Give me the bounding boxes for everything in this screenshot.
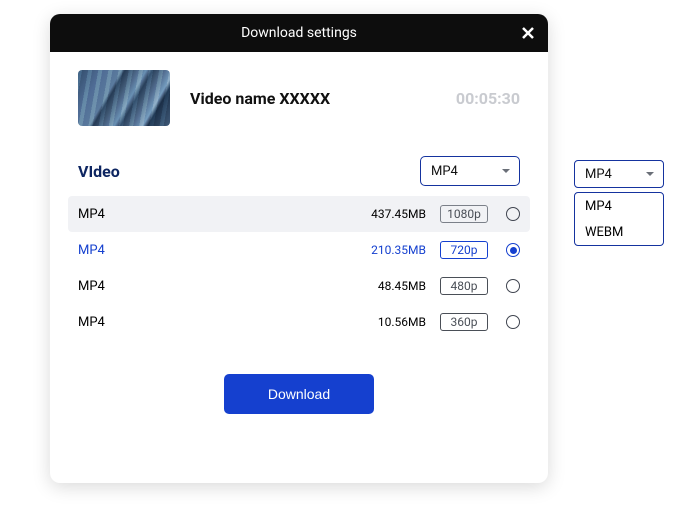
chevron-down-icon <box>645 169 655 179</box>
radio-icon[interactable] <box>506 243 520 257</box>
format-select[interactable]: MP4 <box>420 156 520 186</box>
download-settings-modal: Download settings Video name XXXXX 00:05… <box>50 14 548 483</box>
download-button[interactable]: Download <box>224 374 374 414</box>
format-row[interactable]: MP4 437.45MB 1080p <box>68 196 530 232</box>
row-size: 10.56MB <box>378 315 426 329</box>
format-option[interactable]: MP4 <box>575 193 663 219</box>
row-size: 48.45MB <box>378 279 426 293</box>
row-size: 210.35MB <box>371 243 426 257</box>
close-icon <box>520 25 536 41</box>
video-section-header: VIdeo MP4 <box>78 156 520 186</box>
row-quality: 720p <box>440 241 488 259</box>
row-quality: 480p <box>440 277 488 295</box>
radio-icon[interactable] <box>506 315 520 329</box>
modal-body: Video name XXXXX 00:05:30 VIdeo MP4 MP4 … <box>50 52 548 438</box>
row-format: MP4 <box>78 207 138 222</box>
video-meta: Video name XXXXX 00:05:30 <box>78 70 520 126</box>
modal-titlebar: Download settings <box>50 14 548 52</box>
radio-icon[interactable] <box>506 207 520 221</box>
chevron-down-icon <box>501 166 511 176</box>
format-row[interactable]: MP4 48.45MB 480p <box>68 268 530 304</box>
row-format: MP4 <box>78 279 138 294</box>
row-quality: 360p <box>440 313 488 331</box>
format-options-list: MP4 WEBM <box>574 192 664 246</box>
format-select-value: MP4 <box>585 167 612 182</box>
format-select[interactable]: MP4 <box>574 160 664 188</box>
video-name: Video name XXXXX <box>190 89 436 108</box>
video-duration: 00:05:30 <box>456 89 520 108</box>
row-size: 437.45MB <box>371 207 426 221</box>
format-row[interactable]: MP4 10.56MB 360p <box>68 304 530 340</box>
format-option[interactable]: WEBM <box>575 219 663 245</box>
video-thumbnail <box>78 70 170 126</box>
row-format: MP4 <box>78 243 138 258</box>
format-row[interactable]: MP4 210.35MB 720p <box>68 232 530 268</box>
format-select-value: MP4 <box>431 164 458 179</box>
close-button[interactable] <box>518 23 538 43</box>
row-quality: 1080p <box>440 205 488 223</box>
row-format: MP4 <box>78 315 138 330</box>
modal-title: Download settings <box>241 25 357 41</box>
radio-icon[interactable] <box>506 279 520 293</box>
format-rows: MP4 437.45MB 1080p MP4 210.35MB 720p MP4… <box>68 196 530 340</box>
format-dropdown-open: MP4 MP4 WEBM <box>574 160 664 246</box>
section-title: VIdeo <box>78 162 120 181</box>
